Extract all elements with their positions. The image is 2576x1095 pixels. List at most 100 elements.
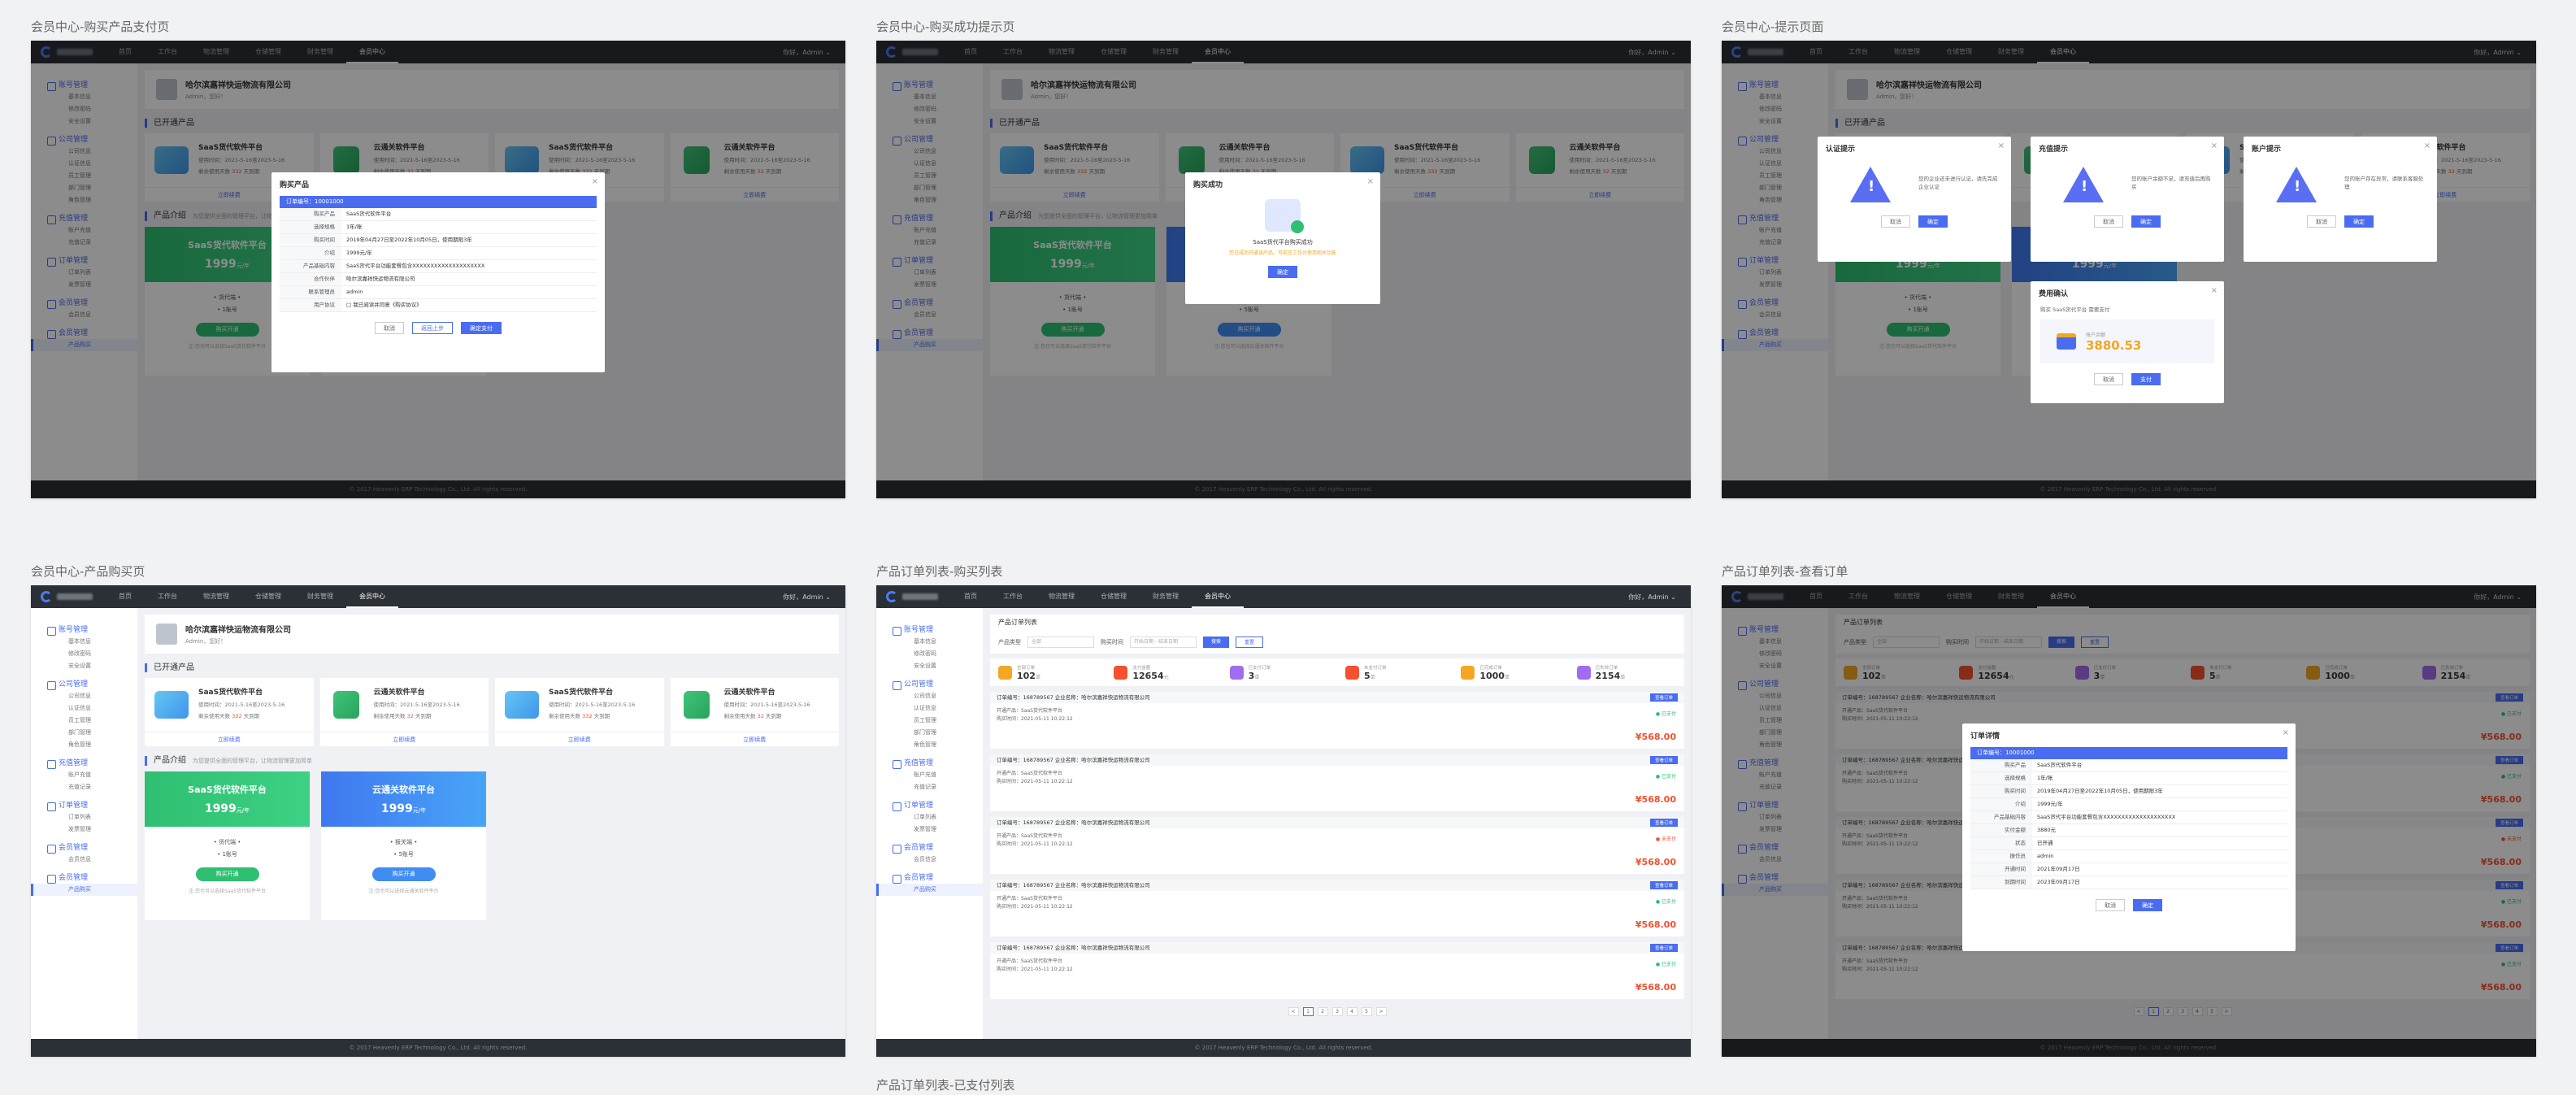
close-icon[interactable]: × [1367,177,1374,186]
page-button[interactable]: 5 [1361,1007,1372,1016]
ok-button[interactable]: 确定 [2133,899,2162,911]
date-range-input[interactable]: 开始日期 - 结束日期 [1130,637,1197,648]
nav-item[interactable]: 仓储管理 [242,585,294,608]
nav-item[interactable]: 财务管理 [294,585,346,608]
nav-item[interactable]: 会员中心 [346,585,398,608]
page-button[interactable]: > [1375,1007,1387,1016]
close-icon[interactable]: × [2424,141,2430,150]
sidebar-item[interactable]: 订单列表 [876,811,983,823]
sidebar-item[interactable]: 发票管理 [31,823,137,836]
sidebar-item[interactable]: 基本信息 [876,636,983,648]
pay-button[interactable]: 支付 [2131,373,2161,385]
reset-button[interactable]: 重置 [1236,637,1264,648]
sidebar-item[interactable]: 订单列表 [31,811,137,823]
sidebar-item[interactable]: 公司信息 [876,690,983,702]
sidebar-group[interactable]: 会员管理 [31,872,137,884]
user-menu[interactable]: 你好，Admin ⌄ [783,593,845,602]
cancel-button[interactable]: 取消 [2307,215,2336,228]
page-button[interactable]: 1 [1302,1007,1314,1016]
page-button[interactable]: 4 [1346,1007,1358,1016]
close-icon[interactable]: × [592,177,598,186]
sidebar-item[interactable]: 产品购买 [31,884,137,896]
nav-item[interactable]: 物流管理 [190,585,242,608]
sidebar-group[interactable]: 账号管理 [31,624,137,636]
sidebar-item[interactable]: 账户充值 [876,769,983,781]
sidebar-item[interactable]: 充值记录 [31,781,137,793]
renew-link[interactable]: 立即续费 [670,732,839,746]
sidebar-group[interactable]: 订单管理 [31,800,137,811]
modal-overlay[interactable] [1722,41,2536,498]
cancel-button[interactable]: 取消 [2094,373,2123,385]
sidebar-item[interactable]: 员工管理 [31,715,137,727]
view-order-button[interactable]: 查看订单 [1649,944,1678,952]
app-logo[interactable] [876,585,951,608]
sidebar-item[interactable]: 部门管理 [31,727,137,739]
sidebar-group[interactable]: 公司管理 [31,679,137,690]
buy-button[interactable]: 购买开通 [371,867,436,881]
sidebar-item[interactable]: 账户充值 [31,769,137,781]
product-type-select[interactable]: 全部 [1027,637,1094,648]
sidebar-group[interactable]: 充值管理 [876,758,983,769]
renew-link[interactable]: 立即续费 [145,732,314,746]
page-button[interactable]: 3 [1331,1007,1343,1016]
back-button[interactable]: 返回上步 [412,322,453,334]
cancel-button[interactable]: 取消 [1881,215,1910,228]
cancel-button[interactable]: 取消 [375,322,404,334]
sidebar-group[interactable]: 订单管理 [876,800,983,811]
app-logo[interactable] [31,585,106,608]
nav-item[interactable]: 物流管理 [1036,585,1088,608]
sidebar-item[interactable]: 修改密码 [876,648,983,660]
view-order-button[interactable]: 查看订单 [1649,819,1678,827]
view-order-button[interactable]: 查看订单 [1649,756,1678,764]
sidebar-group[interactable]: 会员管理 [876,872,983,884]
user-menu[interactable]: 你好，Admin ⌄ [1628,593,1691,602]
sidebar-item[interactable]: 发票管理 [876,823,983,836]
ok-button[interactable]: 确定 [1918,215,1948,228]
sidebar-group[interactable]: 会员管理 [31,842,137,854]
ok-button[interactable]: 确定 [2131,215,2161,228]
ok-button[interactable]: 确定 [1268,266,1297,278]
sidebar-item[interactable]: 产品购买 [876,884,983,896]
nav-item[interactable]: 首页 [106,585,145,608]
nav-item[interactable]: 工作台 [990,585,1036,608]
nav-item[interactable]: 工作台 [145,585,190,608]
sidebar-item[interactable]: 充值记录 [876,781,983,793]
renew-link[interactable]: 立即续费 [319,732,489,746]
ok-button[interactable]: 确定 [2344,215,2374,228]
view-order-button[interactable]: 查看订单 [1649,881,1678,889]
sidebar-item[interactable]: 会员信息 [876,854,983,866]
sidebar-group[interactable]: 充值管理 [31,758,137,769]
sidebar-group[interactable]: 公司管理 [876,679,983,690]
sidebar-item[interactable]: 安全设置 [31,660,137,672]
close-icon[interactable]: × [1998,141,2005,150]
sidebar-item[interactable]: 会员信息 [31,854,137,866]
nav-item[interactable]: 会员中心 [1192,585,1244,608]
renew-link[interactable]: 立即续费 [495,732,664,746]
nav-item[interactable]: 财务管理 [1140,585,1192,608]
sidebar-item[interactable]: 安全设置 [876,660,983,672]
cancel-button[interactable]: 取消 [2096,899,2125,911]
nav-item[interactable]: 首页 [951,585,990,608]
page-button[interactable]: 2 [1317,1007,1328,1016]
sidebar-item[interactable]: 认证信息 [876,702,983,715]
sidebar-item[interactable]: 部门管理 [876,727,983,739]
search-button[interactable]: 搜索 [1203,637,1230,648]
page-button[interactable]: < [1288,1007,1299,1016]
close-icon[interactable]: × [2283,728,2289,737]
sidebar-item[interactable]: 认证信息 [31,702,137,715]
view-order-button[interactable]: 查看订单 [1649,693,1678,702]
sidebar-group[interactable]: 账号管理 [876,624,983,636]
pay-button[interactable]: 确定支付 [461,322,502,334]
sidebar-group[interactable]: 会员管理 [876,842,983,854]
sidebar-item[interactable]: 员工管理 [876,715,983,727]
buy-button[interactable]: 购买开通 [195,867,259,881]
sidebar-item[interactable]: 修改密码 [31,648,137,660]
sidebar-item[interactable]: 角色管理 [876,739,983,751]
close-icon[interactable]: × [2211,286,2218,295]
cancel-button[interactable]: 取消 [2094,215,2123,228]
sidebar-item[interactable]: 公司信息 [31,690,137,702]
sidebar-item[interactable]: 基本信息 [31,636,137,648]
sidebar-item[interactable]: 角色管理 [31,739,137,751]
close-icon[interactable]: × [2211,141,2218,150]
nav-item[interactable]: 仓储管理 [1088,585,1140,608]
